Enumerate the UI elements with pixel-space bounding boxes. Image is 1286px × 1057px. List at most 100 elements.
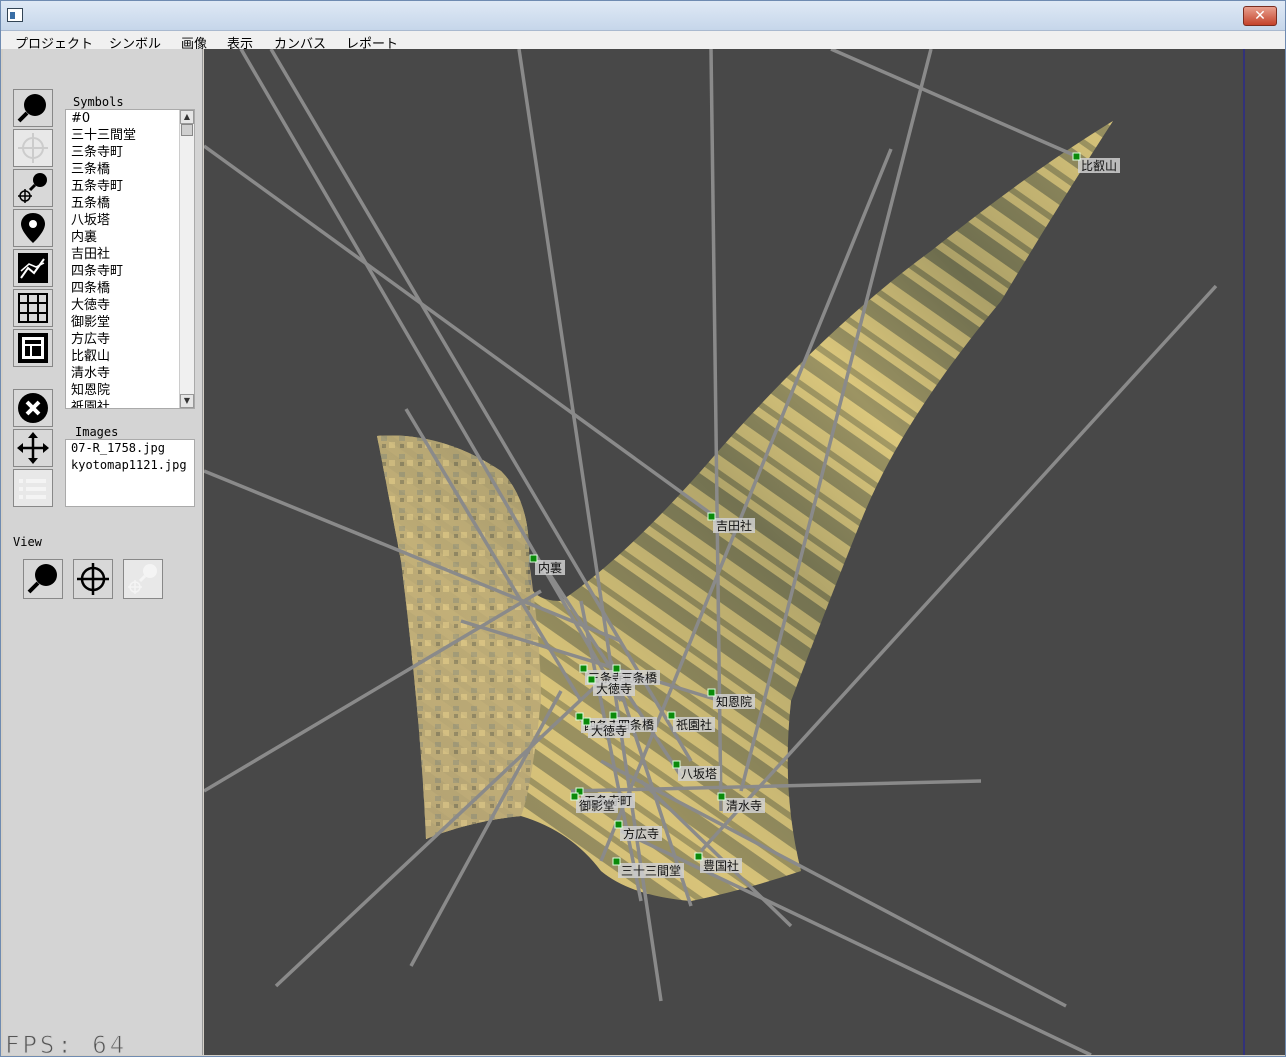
symbol-item[interactable]: 清水寺 (66, 365, 194, 382)
symbols-list[interactable]: #0 三十三間堂 三条寺町 三条橋 五条寺町 五条橋 八坂塔 内裏 吉田社 四条寺町 四条橋 大徳寺御… (65, 109, 195, 409)
marker-point-icon[interactable] (707, 512, 716, 521)
symbols-scrollbar[interactable]: ▲ ▼ (179, 110, 194, 408)
map-canvas[interactable]: 比叡山吉田社内裏三条寺町三条橋大徳寺知恩院四条寺町四条橋大徳寺祇園社八坂塔五条寺… (204, 49, 1285, 1055)
marker-label: 三十三間堂 (621, 864, 681, 878)
map-marker[interactable]: 内裏 (529, 554, 565, 575)
symbol-item[interactable]: 祇園社 (66, 399, 194, 408)
marker-label: 大徳寺 (591, 723, 627, 738)
map-pin-icon (21, 213, 45, 243)
symbol-item[interactable]: 八坂塔 (66, 212, 194, 229)
marker-point-icon[interactable] (570, 792, 579, 801)
image-item[interactable]: 07-R_1758.jpg (66, 440, 194, 457)
symbol-item[interactable]: 方広寺 (66, 331, 194, 348)
projection-line (517, 49, 663, 1002)
marker-label: 清水寺 (726, 799, 762, 813)
app-window: ✕ プロジェクト シンボル 画像 表示 カンバス レポート Symbols #0… (0, 0, 1286, 1057)
symbol-item[interactable]: 内裏 (66, 229, 194, 246)
marker-label: 御影堂 (579, 798, 615, 813)
view-label: View (13, 535, 42, 549)
scroll-up-arrow-icon[interactable]: ▲ (180, 110, 194, 124)
marker-label: 吉田社 (716, 518, 752, 533)
marker-point-icon[interactable] (587, 675, 596, 684)
symbol-item[interactable]: 四条寺町 (66, 263, 194, 280)
tool-panel: Symbols #0 三十三間堂 三条寺町 三条橋 五条寺町 五条橋 八坂塔 内裏 吉田社 四条寺… (3, 49, 203, 1055)
layout-icon (18, 333, 48, 363)
magnifier-icon (27, 564, 57, 594)
marker-label: 八坂塔 (681, 767, 717, 781)
marker-point-icon[interactable] (612, 664, 621, 673)
crosshair-view-button[interactable] (73, 559, 113, 599)
marker-point-icon[interactable] (579, 664, 588, 673)
fps-value: 64 (92, 1031, 128, 1057)
zoom-view-button[interactable] (23, 559, 63, 599)
scroll-down-arrow-icon[interactable]: ▼ (180, 394, 194, 408)
list-tool-button[interactable] (13, 469, 53, 507)
symbol-item[interactable]: 吉田社 (66, 246, 194, 263)
crosshair-icon (77, 563, 109, 595)
zoom-crosshair-icon (18, 173, 47, 203)
marker-point-icon[interactable] (717, 792, 726, 801)
symbol-item[interactable]: 御影堂 (66, 314, 194, 331)
symbols-label: Symbols (73, 95, 124, 109)
chart-tool-button[interactable] (13, 249, 53, 287)
magnifier-icon (17, 94, 46, 123)
symbol-item[interactable]: 五条寺町 (66, 178, 194, 195)
image-item[interactable]: kyotomap1121.jpg (66, 457, 194, 474)
menu-bar: プロジェクト シンボル 画像 表示 カンバス レポート (1, 31, 1285, 52)
marker-point-icon[interactable] (614, 820, 623, 829)
marker-label: 内裏 (538, 560, 562, 575)
zoom-tool-button[interactable] (13, 89, 53, 127)
marker-point-icon[interactable] (1072, 152, 1081, 161)
grid-icon (18, 293, 48, 323)
zoom-crosshair-tool-button[interactable] (13, 169, 53, 207)
zoom-crosshair-icon (128, 564, 157, 594)
scroll-thumb[interactable] (181, 124, 193, 136)
symbol-item[interactable]: #0 (66, 110, 194, 127)
symbol-item[interactable]: 比叡山 (66, 348, 194, 365)
app-icon (7, 8, 23, 22)
symbol-item[interactable]: 五条橋 (66, 195, 194, 212)
symbol-item[interactable]: 三条橋 (66, 161, 194, 178)
marker-point-icon[interactable] (707, 688, 716, 697)
marker-label: 比叡山 (1081, 158, 1117, 173)
zoom-crosshair-view-button[interactable] (123, 559, 163, 599)
marker-label: 知恩院 (716, 695, 752, 709)
marker-point-icon[interactable] (609, 711, 618, 720)
marker-point-icon[interactable] (612, 857, 621, 866)
symbol-item[interactable]: 三十三間堂 (66, 127, 194, 144)
projection-line (830, 49, 1077, 158)
marker-point-icon[interactable] (529, 554, 538, 563)
marker-point-icon[interactable] (672, 760, 681, 769)
grid-tool-button[interactable] (13, 289, 53, 327)
projection-line (620, 829, 1092, 1055)
marker-point-icon[interactable] (694, 852, 703, 861)
symbol-item[interactable]: 大徳寺 (66, 297, 194, 314)
pin-tool-button[interactable] (13, 209, 53, 247)
marker-point-icon[interactable] (667, 711, 676, 720)
crosshair-tool-button[interactable] (13, 129, 53, 167)
line-chart-icon (18, 253, 48, 283)
images-label: Images (75, 425, 119, 439)
layout-tool-button[interactable] (13, 329, 53, 367)
fps-label: FPS: (5, 1031, 75, 1057)
move-arrows-icon (17, 432, 49, 464)
marker-label: 豊国社 (703, 858, 739, 873)
symbol-item[interactable]: 四条橋 (66, 280, 194, 297)
move-tool-button[interactable] (13, 429, 53, 467)
marker-point-icon[interactable] (575, 712, 584, 721)
title-bar[interactable]: ✕ (1, 1, 1285, 31)
map-canvas-svg[interactable]: 比叡山吉田社内裏三条寺町三条橋大徳寺知恩院四条寺町四条橋大徳寺祇園社八坂塔五条寺… (204, 49, 1285, 1055)
marker-label: 祇園社 (676, 717, 712, 732)
symbol-item[interactable]: 三条寺町 (66, 144, 194, 161)
images-list[interactable]: 07-R_1758.jpg kyotomap1121.jpg (65, 439, 195, 507)
map-marker[interactable]: 比叡山 (1072, 152, 1120, 173)
marker-point-icon[interactable] (582, 717, 591, 726)
fps-counter: FPS: 64 (5, 1031, 127, 1057)
crosshair-icon (18, 133, 48, 163)
symbol-item[interactable]: 知恩院 (66, 382, 194, 399)
close-button[interactable]: ✕ (1243, 6, 1277, 26)
list-icon (19, 479, 46, 499)
delete-tool-button[interactable] (13, 389, 53, 427)
marker-label: 大徳寺 (596, 681, 632, 696)
delete-circle-icon (18, 393, 48, 423)
